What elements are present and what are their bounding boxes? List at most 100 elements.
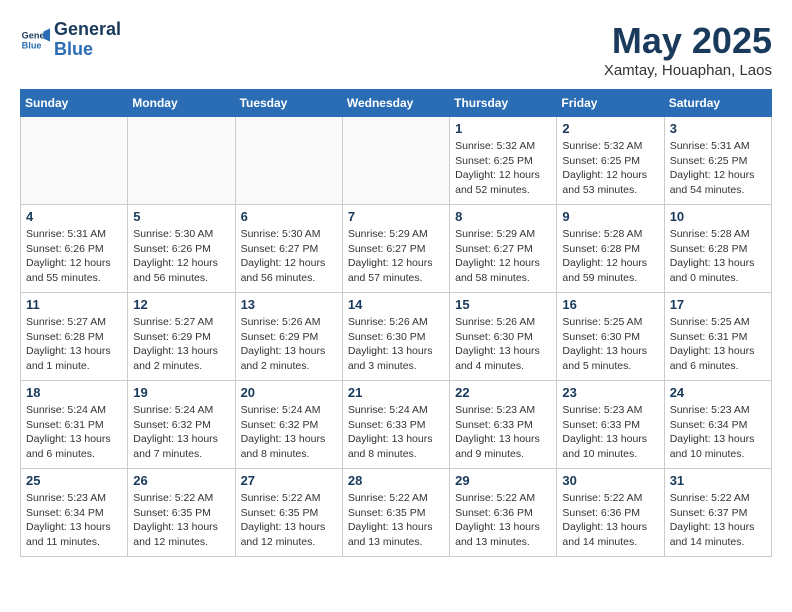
day-number: 30 — [562, 473, 658, 488]
day-info: Sunrise: 5:32 AM Sunset: 6:25 PM Dayligh… — [455, 139, 551, 198]
day-info: Sunrise: 5:28 AM Sunset: 6:28 PM Dayligh… — [562, 227, 658, 286]
day-info: Sunrise: 5:22 AM Sunset: 6:35 PM Dayligh… — [133, 491, 229, 550]
day-number: 17 — [670, 297, 766, 312]
week-row-4: 18 Sunrise: 5:24 AM Sunset: 6:31 PM Dayli… — [21, 381, 772, 469]
calendar-cell: 17Sunrise: 5:25 AM Sunset: 6:31 PM Dayli… — [664, 293, 771, 381]
day-info: Sunrise: 5:26 AM Sunset: 6:30 PM Dayligh… — [455, 315, 551, 374]
day-number: 24 — [670, 385, 766, 400]
day-number: 8 — [455, 209, 551, 224]
calendar-cell: 20 Sunrise: 5:24 AM Sunset: 6:32 PM Dayli… — [235, 381, 342, 469]
calendar-cell: 4 Sunrise: 5:31 AM Sunset: 6:26 PM Daylig… — [21, 205, 128, 293]
calendar-cell: 6Sunrise: 5:30 AM Sunset: 6:27 PM Daylig… — [235, 205, 342, 293]
calendar-cell: 7 Sunrise: 5:29 AM Sunset: 6:27 PM Daylig… — [342, 205, 449, 293]
day-info: Sunrise: 5:26 AM Sunset: 6:30 PM Dayligh… — [348, 315, 444, 374]
day-number: 21 — [348, 385, 444, 400]
calendar-cell: 3Sunrise: 5:31 AM Sunset: 6:25 PM Daylig… — [664, 117, 771, 205]
weekday-header-saturday: Saturday — [664, 90, 771, 117]
day-number: 25 — [26, 473, 122, 488]
calendar-cell: 18 Sunrise: 5:24 AM Sunset: 6:31 PM Dayli… — [21, 381, 128, 469]
day-number: 16 — [562, 297, 658, 312]
day-info: Sunrise: 5:30 AM Sunset: 6:26 PM Dayligh… — [133, 227, 229, 286]
calendar-cell — [342, 117, 449, 205]
day-number: 9 — [562, 209, 658, 224]
day-number: 12 — [133, 297, 229, 312]
calendar-cell: 15 Sunrise: 5:26 AM Sunset: 6:30 PM Dayli… — [450, 293, 557, 381]
day-info: Sunrise: 5:24 AM Sunset: 6:32 PM Dayligh… — [241, 403, 337, 462]
calendar-cell: 29 Sunrise: 5:22 AM Sunset: 6:36 PM Dayli… — [450, 469, 557, 557]
calendar-cell: 14 Sunrise: 5:26 AM Sunset: 6:30 PM Dayli… — [342, 293, 449, 381]
day-number: 19 — [133, 385, 229, 400]
day-number: 31 — [670, 473, 766, 488]
day-info: Sunrise: 5:24 AM Sunset: 6:32 PM Dayligh… — [133, 403, 229, 462]
calendar-cell: 9 Sunrise: 5:28 AM Sunset: 6:28 PM Daylig… — [557, 205, 664, 293]
day-number: 4 — [26, 209, 122, 224]
calendar-table: SundayMondayTuesdayWednesdayThursdayFrid… — [20, 89, 772, 557]
weekday-header-thursday: Thursday — [450, 90, 557, 117]
weekday-header-wednesday: Wednesday — [342, 90, 449, 117]
day-info: Sunrise: 5:22 AM Sunset: 6:35 PM Dayligh… — [241, 491, 337, 550]
calendar-cell: 8Sunrise: 5:29 AM Sunset: 6:27 PM Daylig… — [450, 205, 557, 293]
week-row-1: 1 Sunrise: 5:32 AM Sunset: 6:25 PM Daylig… — [21, 117, 772, 205]
month-title: May 2025 — [604, 20, 772, 62]
day-number: 28 — [348, 473, 444, 488]
day-info: Sunrise: 5:24 AM Sunset: 6:31 PM Dayligh… — [26, 403, 122, 462]
calendar-cell: 21 Sunrise: 5:24 AM Sunset: 6:33 PM Dayli… — [342, 381, 449, 469]
calendar-cell: 27 Sunrise: 5:22 AM Sunset: 6:35 PM Dayli… — [235, 469, 342, 557]
day-number: 2 — [562, 121, 658, 136]
calendar-cell: 1 Sunrise: 5:32 AM Sunset: 6:25 PM Daylig… — [450, 117, 557, 205]
day-info: Sunrise: 5:25 AM Sunset: 6:30 PM Dayligh… — [562, 315, 658, 374]
calendar-cell — [235, 117, 342, 205]
calendar-cell: 22 Sunrise: 5:23 AM Sunset: 6:33 PM Dayli… — [450, 381, 557, 469]
calendar-cell: 12Sunrise: 5:27 AM Sunset: 6:29 PM Dayli… — [128, 293, 235, 381]
logo: General Blue General Blue — [20, 20, 121, 60]
weekday-header-tuesday: Tuesday — [235, 90, 342, 117]
calendar-cell: 28 Sunrise: 5:22 AM Sunset: 6:35 PM Dayli… — [342, 469, 449, 557]
week-row-5: 25Sunrise: 5:23 AM Sunset: 6:34 PM Dayli… — [21, 469, 772, 557]
calendar-cell: 5 Sunrise: 5:30 AM Sunset: 6:26 PM Daylig… — [128, 205, 235, 293]
day-number: 6 — [241, 209, 337, 224]
day-info: Sunrise: 5:22 AM Sunset: 6:36 PM Dayligh… — [455, 491, 551, 550]
day-number: 1 — [455, 121, 551, 136]
calendar-cell: 13Sunrise: 5:26 AM Sunset: 6:29 PM Dayli… — [235, 293, 342, 381]
day-info: Sunrise: 5:22 AM Sunset: 6:35 PM Dayligh… — [348, 491, 444, 550]
calendar-cell: 19 Sunrise: 5:24 AM Sunset: 6:32 PM Dayli… — [128, 381, 235, 469]
day-info: Sunrise: 5:31 AM Sunset: 6:26 PM Dayligh… — [26, 227, 122, 286]
day-number: 15 — [455, 297, 551, 312]
day-number: 13 — [241, 297, 337, 312]
day-number: 10 — [670, 209, 766, 224]
day-number: 22 — [455, 385, 551, 400]
day-number: 18 — [26, 385, 122, 400]
day-number: 7 — [348, 209, 444, 224]
calendar-cell: 11Sunrise: 5:27 AM Sunset: 6:28 PM Dayli… — [21, 293, 128, 381]
day-number: 29 — [455, 473, 551, 488]
day-number: 20 — [241, 385, 337, 400]
day-info: Sunrise: 5:31 AM Sunset: 6:25 PM Dayligh… — [670, 139, 766, 198]
page-header: General Blue General Blue May 2025 Xamta… — [20, 20, 772, 79]
weekday-header-friday: Friday — [557, 90, 664, 117]
calendar-cell: 10 Sunrise: 5:28 AM Sunset: 6:28 PM Dayli… — [664, 205, 771, 293]
calendar-cell — [21, 117, 128, 205]
day-info: Sunrise: 5:22 AM Sunset: 6:36 PM Dayligh… — [562, 491, 658, 550]
calendar-cell: 2Sunrise: 5:32 AM Sunset: 6:25 PM Daylig… — [557, 117, 664, 205]
weekday-header-row: SundayMondayTuesdayWednesdayThursdayFrid… — [21, 90, 772, 117]
day-number: 27 — [241, 473, 337, 488]
day-number: 5 — [133, 209, 229, 224]
calendar-cell: 26Sunrise: 5:22 AM Sunset: 6:35 PM Dayli… — [128, 469, 235, 557]
week-row-3: 11Sunrise: 5:27 AM Sunset: 6:28 PM Dayli… — [21, 293, 772, 381]
day-info: Sunrise: 5:29 AM Sunset: 6:27 PM Dayligh… — [348, 227, 444, 286]
weekday-header-sunday: Sunday — [21, 90, 128, 117]
day-info: Sunrise: 5:23 AM Sunset: 6:33 PM Dayligh… — [455, 403, 551, 462]
calendar-cell: 24Sunrise: 5:23 AM Sunset: 6:34 PM Dayli… — [664, 381, 771, 469]
logo-icon: General Blue — [20, 25, 50, 55]
day-info: Sunrise: 5:27 AM Sunset: 6:28 PM Dayligh… — [26, 315, 122, 374]
calendar-cell — [128, 117, 235, 205]
svg-text:Blue: Blue — [22, 40, 42, 50]
title-block: May 2025 Xamtay, Houaphan, Laos — [604, 20, 772, 79]
logo-text-blue: Blue — [54, 40, 121, 60]
day-info: Sunrise: 5:23 AM Sunset: 6:33 PM Dayligh… — [562, 403, 658, 462]
week-row-2: 4 Sunrise: 5:31 AM Sunset: 6:26 PM Daylig… — [21, 205, 772, 293]
day-number: 14 — [348, 297, 444, 312]
day-info: Sunrise: 5:28 AM Sunset: 6:28 PM Dayligh… — [670, 227, 766, 286]
calendar-cell: 30 Sunrise: 5:22 AM Sunset: 6:36 PM Dayli… — [557, 469, 664, 557]
day-info: Sunrise: 5:24 AM Sunset: 6:33 PM Dayligh… — [348, 403, 444, 462]
